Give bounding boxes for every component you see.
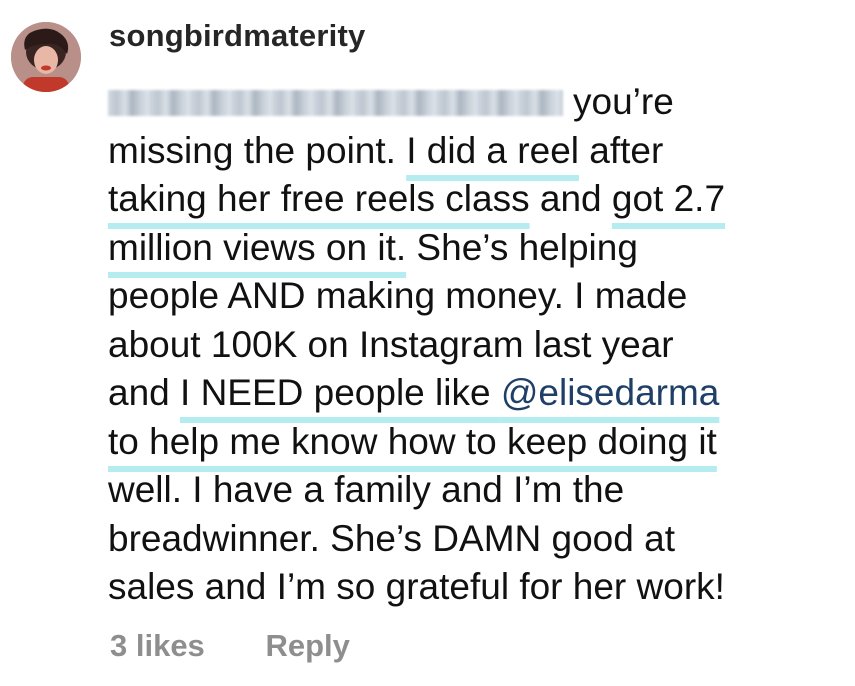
comment-line: sales and I’m so grateful for her work!: [108, 566, 725, 607]
profile-photo-avatar: [11, 22, 81, 92]
highlighted-text: million views on it.: [108, 226, 407, 268]
comment-line: taking her free reels class and got 2.7: [108, 175, 848, 224]
highlighted-text: I NEED people like @elisedarma: [180, 372, 719, 413]
avatar[interactable]: [11, 22, 81, 92]
comment-line: about 100K on Instagram last year: [108, 323, 674, 365]
comment-text: She’s helping: [406, 226, 638, 268]
comment-line: to help me know how to keep doing it: [108, 418, 848, 467]
comment-author-username[interactable]: songbirdmaterity: [109, 18, 365, 54]
comment-text: and: [108, 372, 181, 413]
comment-text: and: [529, 178, 612, 219]
comment-line: missing the point. I did a reel after: [108, 127, 848, 176]
mention-link[interactable]: @elisedarma: [501, 372, 720, 413]
highlighted-text: to help me know how to keep doing it: [108, 420, 717, 462]
comment-text: I NEED people like: [180, 372, 501, 413]
highlighted-text: taking her free reels class: [108, 178, 530, 219]
comment-line: and I NEED people like @elisedarma: [108, 369, 848, 418]
comment-line: people AND making money. I made: [108, 275, 688, 316]
comment-body: you’re missing the point. I did a reel a…: [108, 78, 848, 612]
redacted-mention: [108, 90, 563, 116]
comment-text: after: [579, 129, 664, 171]
highlighted-text: I did a reel: [406, 129, 579, 171]
comment-line: breadwinner. She’s DAMN good at: [108, 517, 675, 559]
comment-line: you’re: [108, 78, 848, 127]
highlighted-text: got 2.7: [611, 178, 726, 219]
comment-line: well. I have a family and I’m the: [108, 469, 625, 510]
comment-text: missing the point.: [108, 129, 407, 171]
comment-line: million views on it. She’s helping: [108, 224, 848, 273]
comment-text: you’re: [573, 81, 674, 122]
reply-button[interactable]: Reply: [265, 628, 349, 664]
comment-actions: 3 likes Reply: [110, 628, 350, 664]
likes-count-button[interactable]: 3 likes: [110, 628, 205, 664]
